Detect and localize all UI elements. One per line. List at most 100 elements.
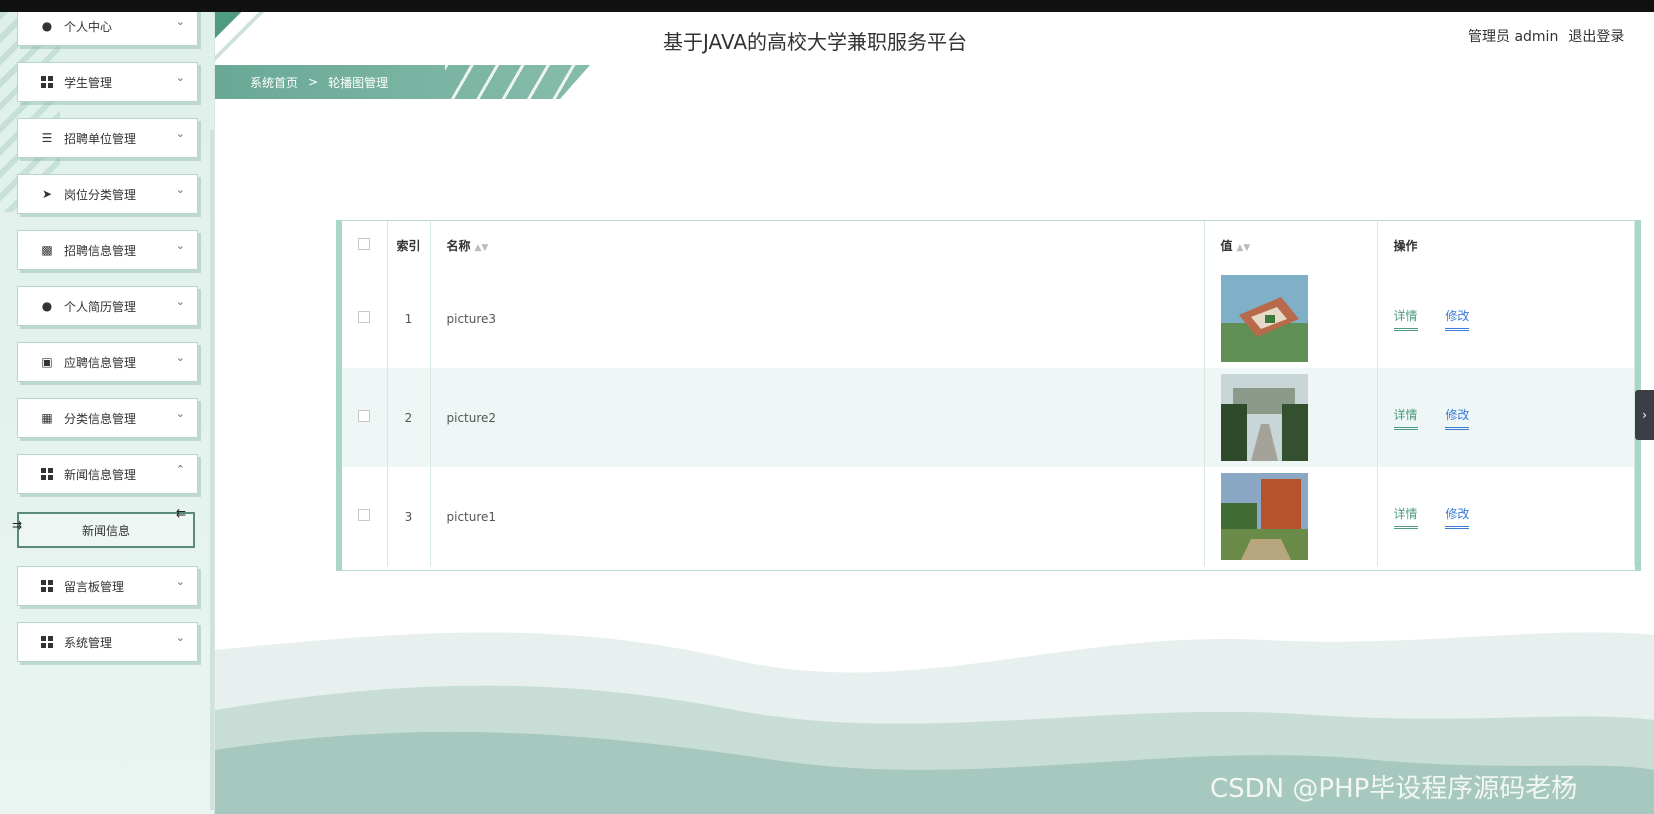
sidebar-item-personal-center[interactable]: ● 个人中心 ⌄ [17,12,198,46]
wallet-icon: ▦ [41,411,53,425]
sidebar-scrollbar[interactable] [210,130,214,810]
sidebar-item-job-categories[interactable]: ➤ 岗位分类管理 ⌄ [17,174,198,214]
row-checkbox-cell [342,269,388,368]
data-table: 索引 名称 ▲▼ 值 ▲▼ 操作 1 picture3 详情 修改 2 pict… [342,221,1635,566]
send-icon: ➤ [41,187,53,201]
chevron-down-icon: ⌄ [175,239,185,252]
detail-link[interactable]: 详情 [1393,406,1418,430]
header-value[interactable]: 值 ▲▼ [1204,221,1378,269]
edit-link[interactable]: 修改 [1445,505,1470,529]
breadcrumb-home[interactable]: 系统首页 [250,74,298,91]
select-all-cell [342,221,388,269]
chevron-down-icon: ⌄ [175,183,185,196]
row-actions: 详情 修改 [1377,368,1635,467]
chevron-down-icon: ⌄ [175,15,185,28]
sidebar-item-label: 应聘信息管理 [64,355,137,370]
sidebar-item-label: 招聘信息管理 [64,243,137,258]
site-title: 基于JAVA的高校大学兼职服务平台 [663,30,968,54]
sidebar-item-label: 个人简历管理 [64,299,137,314]
thumbnail-image[interactable] [1220,275,1308,362]
thumbnail-image[interactable] [1220,374,1308,461]
row-name: picture2 [430,368,1205,467]
row-checkbox[interactable] [358,311,370,323]
sidebar: ● 个人中心 ⌄ 学生管理 ⌄ ☰ 招聘单位管理 ⌄ ➤ 岗位分类管理 ⌄ ▩ … [0,12,215,814]
sidebar-item-label: 招聘单位管理 [64,131,137,146]
expand-panel-button[interactable]: › [1635,390,1654,440]
list-icon: ☰ [41,131,53,145]
chevron-up-icon: ⌃ [175,463,185,476]
edit-link[interactable]: 修改 [1445,307,1470,331]
sidebar-item-label: 留言板管理 [64,579,125,594]
sidebar-item-category-info[interactable]: ▦ 分类信息管理 ⌄ [17,398,198,438]
sidebar-item-message-board[interactable]: 留言板管理 ⌄ [17,566,198,606]
sidebar-item-label: 个人中心 [64,19,113,34]
row-checkbox-cell [342,368,388,467]
sort-icon[interactable]: ▲▼ [1237,243,1251,253]
app-root: ● 个人中心 ⌄ 学生管理 ⌄ ☰ 招聘单位管理 ⌄ ➤ 岗位分类管理 ⌄ ▩ … [0,0,1654,814]
thumbnail-image[interactable] [1220,473,1308,560]
sidebar-item-applications[interactable]: ▣ 应聘信息管理 ⌄ [17,342,198,382]
sort-icon[interactable]: ▲▼ [475,243,489,253]
detail-link[interactable]: 详情 [1393,307,1418,331]
top-black-bar [0,0,1654,12]
chevron-down-icon: ⌄ [175,351,185,364]
sidebar-item-label: 学生管理 [64,75,113,90]
sidebar-item-label: 岗位分类管理 [64,187,137,202]
watermark: CSDN @PHP毕设程序源码老杨 [1210,774,1578,804]
row-index: 1 [387,269,431,368]
header: 基于JAVA的高校大学兼职服务平台 管理员 admin 退出登录 [215,12,1654,67]
select-all-checkbox[interactable] [358,237,370,250]
breadcrumb-current: 轮播图管理 [328,75,389,90]
chevron-down-icon: ⌄ [175,407,185,420]
header-name-label: 名称 [446,238,471,253]
sidebar-item-students[interactable]: 学生管理 ⌄ [17,62,198,102]
row-index: 3 [387,467,431,566]
edit-link[interactable]: 修改 [1445,406,1470,430]
chevron-down-icon: ⌄ [175,71,185,84]
chevron-down-icon: ⌄ [175,631,185,644]
clipboard-icon: ▩ [41,243,53,257]
user-icon: ● [41,19,53,33]
chevron-down-icon: ⌄ [175,575,185,588]
grid-icon [40,467,54,481]
table-header-row: 索引 名称 ▲▼ 值 ▲▼ 操作 [342,221,1635,269]
sidebar-item-employers[interactable]: ☰ 招聘单位管理 ⌄ [17,118,198,158]
sidebar-item-system[interactable]: 系统管理 ⌄ [17,622,198,662]
double-arrow-right-icon: ⇇ [176,506,187,520]
row-value [1204,368,1378,467]
row-name: picture3 [430,269,1205,368]
header-decoration [215,12,305,67]
logout-link[interactable]: 退出登录 [1568,26,1624,46]
row-value [1204,467,1378,566]
row-checkbox[interactable] [358,410,370,422]
detail-link[interactable]: 详情 [1393,505,1418,529]
sidebar-item-news[interactable]: 新闻信息管理 ⌃ [17,454,198,494]
current-user: 管理员 admin [1468,29,1559,45]
chevron-down-icon: ⌄ [175,295,185,308]
breadcrumb-separator: > [308,75,319,89]
row-name: picture1 [430,467,1205,566]
breadcrumb-decoration [445,65,590,99]
header-value-label: 值 [1220,238,1233,253]
row-actions: 详情 修改 [1377,467,1635,566]
submenu-news-info[interactable]: 新闻信息 [17,512,195,548]
user-icon: ● [41,299,53,313]
sidebar-item-label: 系统管理 [64,635,113,650]
header-name[interactable]: 名称 ▲▼ [430,221,1205,269]
double-arrow-left-icon: ⇉ [12,518,23,532]
grid-icon [40,75,54,89]
row-checkbox[interactable] [358,509,370,521]
sidebar-item-resumes[interactable]: ● 个人简历管理 ⌄ [17,286,198,326]
table-row: 2 picture2 详情 修改 [342,368,1635,467]
row-actions: 详情 修改 [1377,269,1635,368]
header-actions: 操作 [1377,221,1635,269]
chevron-down-icon: ⌄ [175,127,185,140]
sidebar-item-label: 新闻信息管理 [64,467,137,482]
submenu-label: 新闻信息 [81,523,130,538]
sidebar-item-label: 分类信息管理 [64,411,137,426]
row-value [1204,269,1378,368]
table-row: 1 picture3 详情 修改 [342,269,1635,368]
sidebar-item-recruitment-info[interactable]: ▩ 招聘信息管理 ⌄ [17,230,198,270]
user-area: 管理员 admin 退出登录 [1468,26,1624,46]
row-index: 2 [387,368,431,467]
